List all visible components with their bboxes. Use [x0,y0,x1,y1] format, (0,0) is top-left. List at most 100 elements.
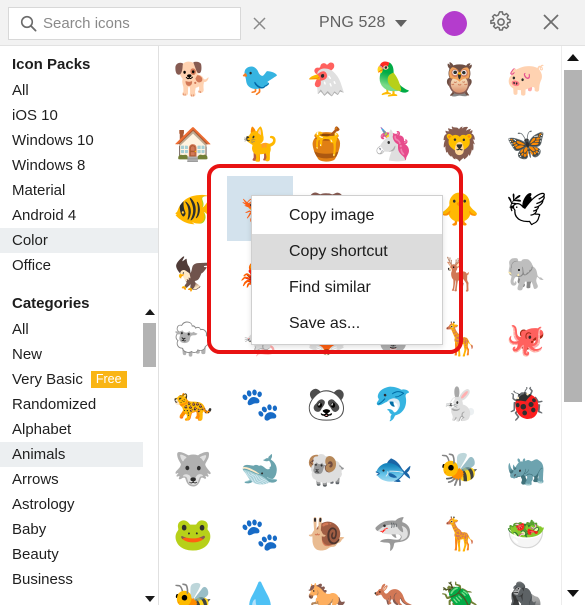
bee-icon[interactable]: 🐝 [160,566,227,605]
fishbowl-icon[interactable]: 💧 [227,566,294,605]
icon-glyph: 🐘 [506,254,547,293]
black-cat-icon[interactable]: 🐈 [227,111,294,176]
ladybug-icon[interactable]: 🐞 [493,371,560,436]
paw-print-icon[interactable]: 🐾 [227,501,294,566]
sidebar-category-label: Very Basic [12,371,83,388]
sidebar-scrollbar[interactable] [143,307,158,605]
sidebar-pack-windows-8[interactable]: Windows 8 [0,153,158,178]
scroll-up-arrow-icon[interactable] [567,54,579,61]
seahorse-icon[interactable]: 🐎 [293,566,360,605]
owl-icon[interactable]: 🦉 [426,46,493,111]
wasp-icon[interactable]: 🐝 [426,436,493,501]
icon-glyph: 🦜 [373,59,413,98]
sidebar-category-alphabet[interactable]: Alphabet [0,417,158,442]
frog-icon[interactable]: 🐸 [160,501,227,566]
sidebar-category-business[interactable]: Business [0,567,158,592]
grid-scrollbar[interactable] [561,46,585,605]
sidebar-category-baby[interactable]: Baby [0,517,158,542]
whale-icon[interactable]: 🐋 [227,436,294,501]
context-menu-item-copy-shortcut[interactable]: Copy shortcut [252,234,442,270]
sidebar: Icon Packs All iOS 10 Windows 10 Windows 8 M… [0,46,159,605]
format-dropdown[interactable]: PNG 528 [319,10,407,36]
grid-scroll-thumb[interactable] [564,70,582,402]
dog-house-icon[interactable]: 🏠 [160,111,227,176]
context-menu-item-save-as[interactable]: Save as... [252,306,442,342]
sidebar-category-randomized[interactable]: Randomized [0,392,158,417]
sidebar-category-label: Beauty [12,546,59,563]
sidebar-pack-ios-10[interactable]: iOS 10 [0,103,158,128]
tropical-fish-icon[interactable]: 🐠 [160,176,227,241]
beehive-icon[interactable]: 🍯 [293,111,360,176]
bird-icon[interactable]: 🐦 [227,46,294,111]
parrot-icon[interactable]: 🦜 [360,46,427,111]
dolphin-icon[interactable]: 🐬 [360,371,427,436]
elephant-icon[interactable]: 🐘 [493,241,560,306]
context-menu-item-find-similar[interactable]: Find similar [252,270,442,306]
sidebar-category-arrows[interactable]: Arrows [0,467,158,492]
wolf-icon[interactable]: 🐺 [160,436,227,501]
lion-icon[interactable]: 🦁 [426,111,493,176]
hummingbird-icon[interactable]: 🕊 [493,176,560,241]
snail-icon[interactable]: 🐌 [293,501,360,566]
icon-glyph: 🐬 [373,384,413,423]
chicken-icon[interactable]: 🐔 [293,46,360,111]
sidebar-category-all[interactable]: All [0,317,158,342]
scroll-down-arrow-icon[interactable] [567,590,579,597]
gorilla-icon[interactable]: 🦍 [493,566,560,605]
icon-glyph: 🐥 [439,189,480,228]
unicorn-icon[interactable]: 🦄 [360,111,427,176]
search-box[interactable] [8,7,266,40]
shark-icon[interactable]: 🦈 [360,501,427,566]
ram-icon[interactable]: 🐏 [293,436,360,501]
sidebar-pack-android-4[interactable]: Android 4 [0,203,158,228]
sidebar-category-label: Arrows [12,471,59,488]
kangaroo-icon[interactable]: 🦘 [360,566,427,605]
butterfly-icon[interactable]: 🦋 [493,111,560,176]
close-window-button[interactable] [536,9,566,39]
sidebar-pack-all[interactable]: All [0,78,158,103]
icon-glyph: 🦄 [373,124,413,163]
sheep-icon[interactable]: 🐑 [160,306,227,371]
sidebar-category-very-basic[interactable]: Very Basic Free [0,367,158,392]
scroll-up-arrow-icon[interactable] [145,309,155,315]
pet-bowl-icon[interactable]: 🥗 [493,501,560,566]
sidebar-category-label: Alphabet [12,421,72,438]
color-dot[interactable] [442,11,467,36]
pig-icon[interactable]: 🐖 [493,46,560,111]
sidebar-pack-windows-10[interactable]: Windows 10 [0,128,158,153]
icon-glyph: 🦍 [506,579,547,605]
icon-glyph: 🐌 [306,514,347,553]
icon-glyph: 🐝 [439,449,480,488]
sidebar-category-astrology[interactable]: Astrology [0,492,158,517]
octopus-icon[interactable]: 🐙 [493,306,560,371]
sidebar-scroll-thumb[interactable] [143,323,156,367]
icon-glyph: 🦌 [439,254,480,293]
sidebar-category-animals[interactable]: Animals [0,442,158,467]
icon-glyph: 🐈 [239,124,280,163]
fish-icon[interactable]: 🐟 [360,436,427,501]
panda-icon[interactable]: 🐼 [293,371,360,436]
sidebar-category-new[interactable]: New [0,342,158,367]
scroll-down-arrow-icon[interactable] [145,596,155,602]
leopard-icon[interactable]: 🐆 [160,371,227,436]
sidebar-pack-office[interactable]: Office [0,253,158,278]
search-clear-icon[interactable] [244,9,274,39]
search-input[interactable] [41,9,244,38]
icon-glyph: 🐋 [239,449,280,488]
eagle-icon[interactable]: 🦅 [160,241,227,306]
sidebar-category-beauty[interactable]: Beauty [0,542,158,567]
rabbit-icon[interactable]: 🐇 [426,371,493,436]
icon-glyph: 🦒 [439,514,480,553]
giraffe-icon[interactable]: 🦒 [426,501,493,566]
icon-glyph: 🦅 [173,254,214,293]
beetle-icon[interactable]: 🪲 [426,566,493,605]
context-menu-item-copy-image[interactable]: Copy image [252,198,442,234]
settings-button[interactable] [486,9,516,39]
sidebar-pack-material[interactable]: Material [0,178,158,203]
sidebar-pack-color[interactable]: Color [0,228,158,253]
paw-print-icon[interactable]: 🐾 [227,371,294,436]
dog-icon[interactable]: 🐕 [160,46,227,111]
rhino-icon[interactable]: 🦏 [493,436,560,501]
icon-grid-row: 🐆 🐾 🐼 🐬 🐇 🐞 [160,371,560,436]
icon-picker-window: PNG 528 Icon Packs AlliOS [0,0,585,605]
